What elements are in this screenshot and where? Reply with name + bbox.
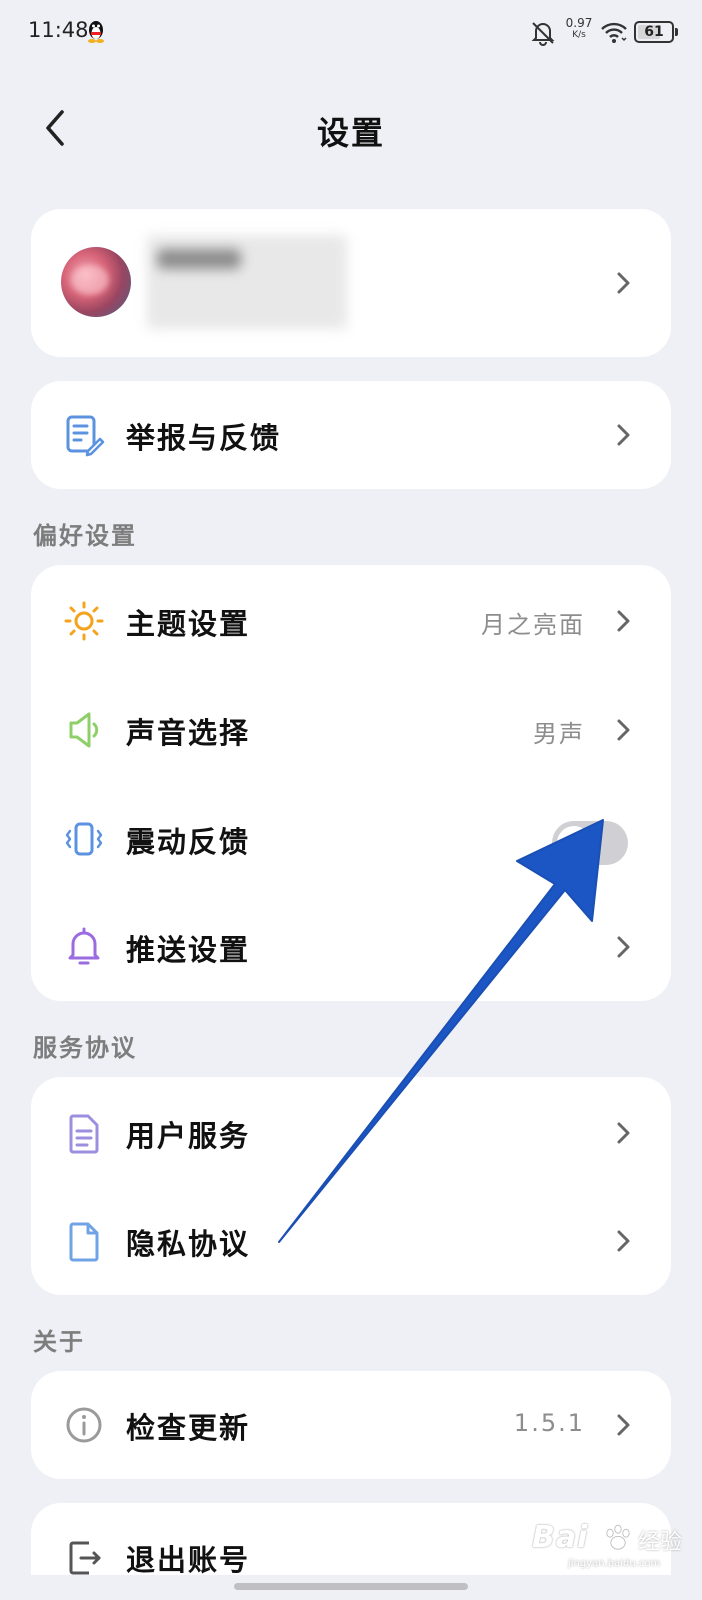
voice-select-label: 声音选择 — [126, 716, 251, 750]
chevron-right-icon — [617, 424, 630, 446]
check-update-label: 检查更新 — [126, 1411, 251, 1445]
profile-card[interactable] — [31, 209, 671, 357]
chevron-right-icon — [617, 936, 630, 958]
user-service-item[interactable]: 用户服务 — [31, 1079, 671, 1187]
page-title: 设置 — [316, 114, 385, 152]
voice-select-value: 男声 — [533, 720, 585, 748]
status-time: 11:48 — [28, 18, 89, 42]
push-settings-label: 推送设置 — [126, 933, 251, 967]
preferences-card: 主题设置 月之亮面 声音选择 男声 震动反馈 推送设置 — [31, 565, 671, 1001]
chevron-right-icon — [617, 610, 630, 632]
chevron-right-icon — [617, 272, 630, 294]
toggle-knob — [557, 826, 591, 860]
watermark-cn: 经验 — [638, 1530, 683, 1555]
speaker-icon — [69, 712, 99, 748]
report-card: 举报与反馈 — [31, 381, 671, 489]
vibrate-phone-icon — [65, 822, 103, 856]
report-feedback-label: 举报与反馈 — [126, 421, 282, 455]
wifi-icon — [601, 22, 627, 43]
privacy-item[interactable]: 隐私协议 — [31, 1187, 671, 1295]
push-settings-item[interactable]: 推送设置 — [31, 893, 671, 1001]
chevron-right-icon — [617, 1230, 630, 1252]
logout-icon — [69, 1541, 101, 1575]
section-title-agreements: 服务协议 — [33, 1034, 137, 1062]
report-feedback-item[interactable]: 举报与反馈 — [31, 381, 671, 489]
bell-icon — [68, 927, 100, 965]
baidu-watermark: Bai du 经验 jingyan.baidu.com — [532, 1518, 682, 1574]
bell-muted-icon — [531, 22, 555, 46]
avatar — [61, 247, 131, 317]
voice-select-item[interactable]: 声音选择 男声 — [31, 676, 671, 784]
info-icon — [66, 1407, 102, 1443]
network-speed: 0.97 K/s — [565, 16, 593, 40]
chevron-right-icon — [617, 1414, 630, 1436]
nav-bar: 设置 — [0, 88, 702, 168]
chevron-right-icon — [617, 1122, 630, 1144]
chevron-right-icon — [617, 719, 630, 741]
sun-icon — [64, 601, 104, 641]
section-title-about: 关于 — [33, 1328, 85, 1356]
app-version: 1.5.1 — [513, 1409, 585, 1437]
watermark-brand: Bai — [532, 1520, 589, 1555]
vibration-feedback-item: 震动反馈 — [31, 785, 671, 893]
paw-logo-icon — [606, 1524, 630, 1550]
vibration-feedback-label: 震动反馈 — [126, 825, 251, 859]
qq-penguin-icon — [88, 21, 104, 43]
file-icon — [69, 1222, 99, 1262]
home-indicator[interactable] — [234, 1583, 468, 1590]
privacy-label: 隐私协议 — [126, 1227, 251, 1261]
agreements-card: 用户服务 隐私协议 — [31, 1077, 671, 1295]
user-service-label: 用户服务 — [126, 1119, 251, 1153]
battery-indicator: 61 — [634, 21, 678, 43]
check-update-card: 检查更新 1.5.1 — [31, 1371, 671, 1479]
theme-settings-item[interactable]: 主题设置 月之亮面 — [31, 567, 671, 675]
check-update-item[interactable]: 检查更新 1.5.1 — [31, 1371, 671, 1479]
watermark-url: jingyan.baidu.com — [568, 1558, 661, 1569]
theme-settings-label: 主题设置 — [126, 607, 251, 641]
theme-settings-value: 月之亮面 — [481, 611, 585, 639]
profile-name-blurred — [147, 235, 347, 329]
document-icon — [69, 1114, 99, 1154]
vibration-toggle[interactable] — [552, 821, 628, 865]
status-bar: 11:48 0.97 K/s 61 — [0, 0, 702, 66]
section-title-preferences: 偏好设置 — [33, 522, 137, 550]
logout-label: 退出账号 — [126, 1543, 251, 1575]
document-edit-icon — [66, 415, 105, 457]
